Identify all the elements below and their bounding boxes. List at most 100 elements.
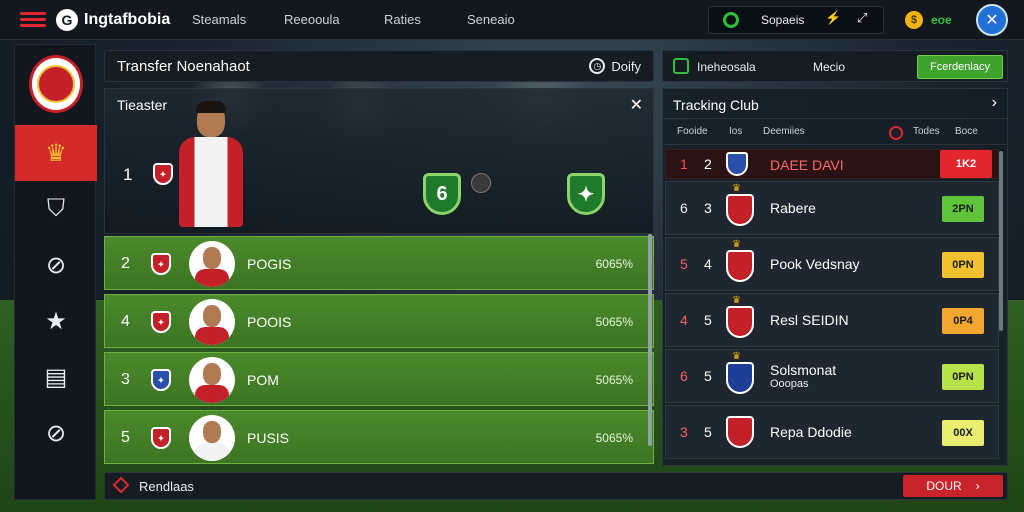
table-row[interactable]: 6 3 ♛ Rabere 2PN bbox=[665, 181, 999, 235]
tracking-scrollbar[interactable] bbox=[999, 151, 1003, 331]
menu-icon[interactable] bbox=[20, 11, 46, 28]
green-shield-icon: 6 bbox=[423, 173, 461, 215]
list-item[interactable]: 3 ✦ POM 5065% bbox=[104, 352, 654, 406]
sidebar-item-club[interactable]: ⛉ bbox=[15, 181, 97, 237]
table-row[interactable]: 1 2 DAEE DAVI 1K2 bbox=[665, 149, 999, 179]
table-row[interactable]: 5 4 ♛ Pook Vedsnay 0PN bbox=[665, 237, 999, 291]
search-icon: ⊘ bbox=[45, 419, 67, 447]
globe-icon[interactable]: ✕ bbox=[976, 4, 1008, 36]
club-crest-icon bbox=[726, 152, 748, 176]
avatar bbox=[189, 241, 235, 287]
player-value: 6065% bbox=[595, 257, 633, 271]
featured-title: Tieaster bbox=[117, 97, 168, 113]
nav-link-2[interactable]: Reeooula bbox=[284, 12, 340, 27]
featured-player-image bbox=[175, 101, 245, 231]
club-tag: 0P4 bbox=[942, 308, 984, 334]
player-rank: 5 bbox=[121, 429, 130, 446]
chevron-right-icon[interactable]: › bbox=[992, 94, 997, 112]
coin-icon: $ bbox=[905, 11, 923, 29]
close-icon[interactable]: ✕ bbox=[630, 95, 643, 115]
featured-player-panel: Tieaster ✕ 1 ✦ 6 ✦ bbox=[104, 88, 654, 234]
football-icon bbox=[471, 173, 491, 193]
crown-icon: ♛ bbox=[732, 351, 741, 362]
club-tag: 0PN bbox=[942, 364, 984, 390]
filter-icon[interactable] bbox=[673, 58, 689, 74]
club-crest-icon bbox=[726, 250, 754, 282]
club-name: DAEE DAVI bbox=[770, 157, 844, 173]
avatar bbox=[189, 415, 235, 461]
club-badge-icon: ✦ bbox=[151, 311, 171, 333]
featured-rank: 1 bbox=[123, 165, 133, 184]
club-pos-secondary: 2 bbox=[704, 156, 712, 172]
nav-link-1[interactable]: Steamals bbox=[192, 12, 246, 27]
bottom-action-button[interactable]: DOUR › bbox=[903, 475, 1003, 497]
club-name: Pook Vedsnay bbox=[770, 256, 860, 272]
alert-icon bbox=[889, 126, 903, 140]
club-crest-logo bbox=[29, 55, 83, 113]
tracking-toolbar-mid: Mecio bbox=[813, 60, 846, 74]
club-badge-icon: ✦ bbox=[151, 253, 171, 275]
sidebar-item-search[interactable]: ⊘ bbox=[15, 405, 97, 461]
club-pos: 6 bbox=[680, 368, 688, 384]
club-name: Resl SEIDIN bbox=[770, 312, 849, 328]
club-pos-secondary: 3 bbox=[704, 200, 712, 216]
column-header: Deemiies bbox=[763, 126, 805, 137]
ball-icon: ⊘ bbox=[45, 251, 67, 279]
shield-icon: ⛉ bbox=[47, 195, 65, 222]
club-badge-icon: ✦ bbox=[153, 163, 173, 185]
list-item[interactable]: 2 ✦ POGIS 6065% bbox=[104, 236, 654, 290]
page-title: Transfer Noenahaot bbox=[117, 57, 250, 75]
player-rank: 2 bbox=[121, 255, 130, 272]
club-tag: 0PN bbox=[942, 252, 984, 278]
crowned-shield-icon: ✦ bbox=[567, 173, 605, 215]
transfer-header: Transfer Noenahaot ◷ Doify bbox=[104, 50, 654, 82]
avatar bbox=[189, 357, 235, 403]
club-pos: 5 bbox=[680, 256, 688, 272]
player-name: PUSIS bbox=[247, 430, 290, 446]
nav-link-3[interactable]: Raties bbox=[384, 12, 421, 27]
list-scrollbar[interactable] bbox=[648, 234, 652, 446]
club-pos: 4 bbox=[680, 312, 688, 328]
table-row[interactable]: 6 5 ♛ Solsmonat Ooopas 0PN bbox=[665, 349, 999, 403]
list-item[interactable]: 5 ✦ PUSIS 5065% bbox=[104, 410, 654, 464]
expand-icon[interactable]: ⤢ bbox=[857, 10, 867, 26]
nav-link-4[interactable]: Seneaio bbox=[467, 12, 515, 27]
header-action[interactable]: ◷ Doify bbox=[589, 58, 641, 74]
table-row[interactable]: 3 5 Repa Ddodie 00X bbox=[665, 405, 999, 459]
club-pos-secondary: 4 bbox=[704, 256, 712, 272]
sidebar-item-news[interactable]: ▤ bbox=[15, 349, 97, 405]
tracking-column-headers: Fooide Ios Deemiies Todes Boce bbox=[663, 119, 1009, 145]
newspaper-icon: ▤ bbox=[44, 363, 68, 391]
tracking-action-button[interactable]: Fcerdenlacy bbox=[917, 55, 1003, 79]
club-tag: 1K2 bbox=[940, 150, 992, 178]
app-title: Ingtafbobia bbox=[84, 10, 171, 28]
crown-icon: ♛ bbox=[732, 295, 741, 306]
player-value: 5065% bbox=[595, 315, 633, 329]
star-icon: ★ bbox=[45, 307, 67, 335]
clock-icon: ◷ bbox=[589, 58, 606, 74]
player-name: POM bbox=[247, 372, 279, 388]
search-field[interactable]: Sopaeis ⚡ ⤢ bbox=[708, 6, 884, 34]
sidebar-item-home[interactable]: ♛ bbox=[15, 125, 97, 181]
sidebar-item-match[interactable]: ⊘ bbox=[15, 237, 97, 293]
club-pos: 1 bbox=[680, 156, 688, 172]
coin-balance: eoe bbox=[931, 13, 952, 27]
club-badge-icon: ✦ bbox=[151, 427, 171, 449]
search-icon bbox=[723, 12, 739, 28]
diamond-icon bbox=[112, 476, 130, 494]
tool-icon[interactable]: ⚡ bbox=[825, 10, 841, 26]
crown-icon: ♛ bbox=[732, 239, 741, 250]
bottom-bar: Rendlaas DOUR › bbox=[104, 472, 1008, 500]
bottom-action-label: DOUR bbox=[926, 479, 962, 493]
table-row[interactable]: 4 5 ♛ Resl SEIDIN 0P4 bbox=[665, 293, 999, 347]
player-name: POOIS bbox=[247, 314, 292, 330]
chevron-right-icon: › bbox=[975, 479, 980, 493]
sidebar-item-favorites[interactable]: ★ bbox=[15, 293, 97, 349]
club-crest-icon bbox=[726, 306, 754, 338]
list-item[interactable]: 4 ✦ POOIS 5065% bbox=[104, 294, 654, 348]
club-pos-secondary: 5 bbox=[704, 424, 712, 440]
club-pos: 6 bbox=[680, 200, 688, 216]
club-crest-icon bbox=[726, 194, 754, 226]
club-name-secondary: Ooopas bbox=[770, 378, 809, 390]
club-pos-secondary: 5 bbox=[704, 368, 712, 384]
